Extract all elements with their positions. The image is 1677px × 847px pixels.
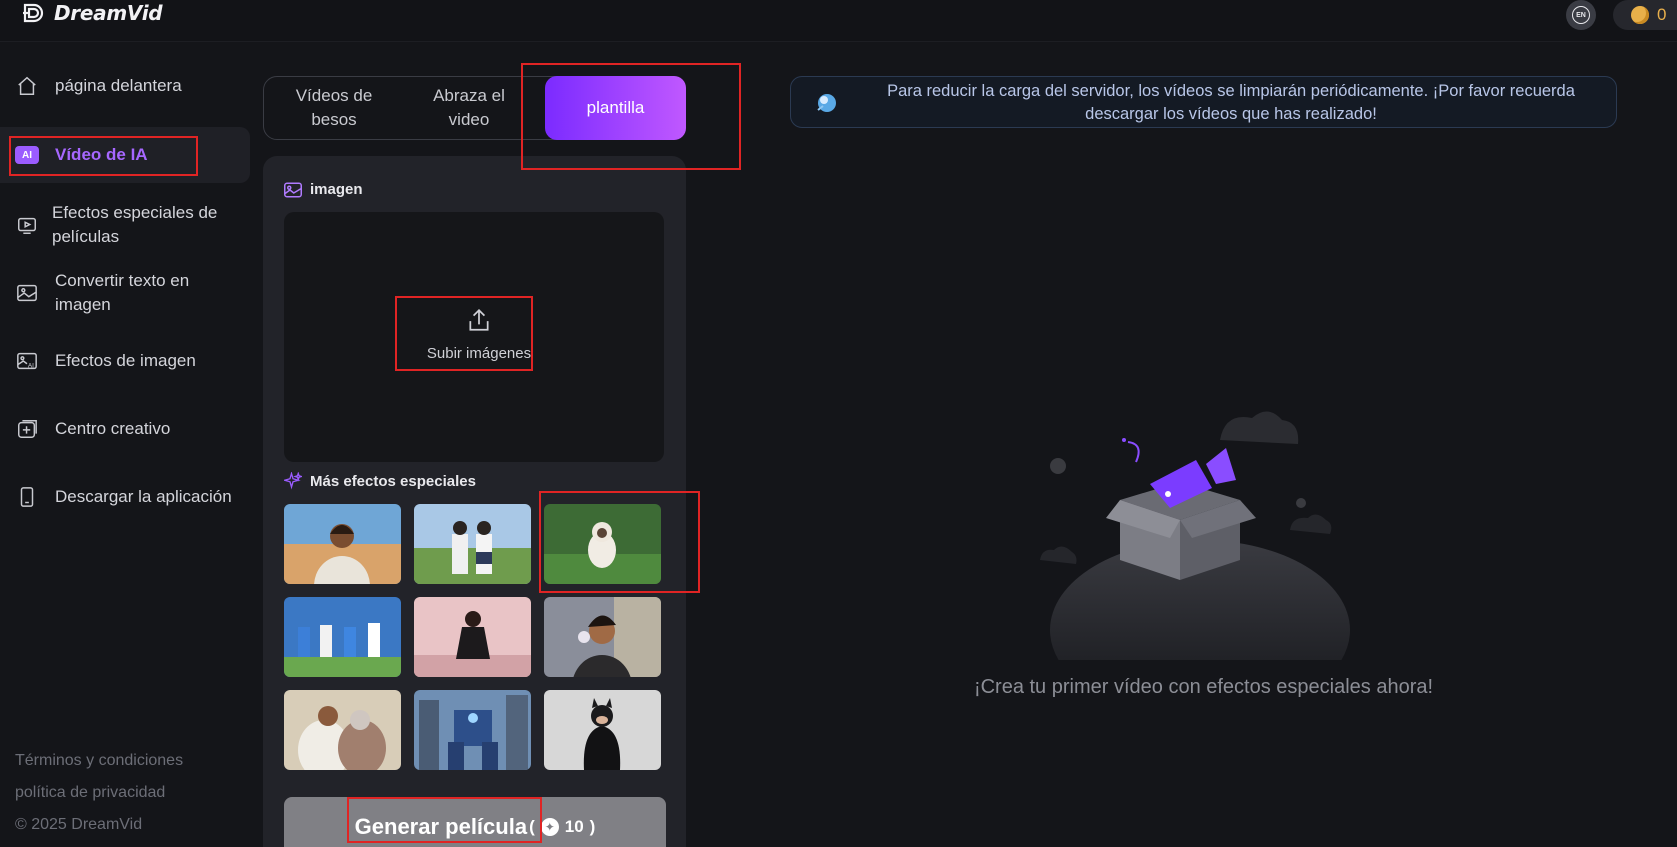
language-icon: EN bbox=[1572, 6, 1590, 24]
cost-value: 10 bbox=[564, 817, 584, 836]
sidebar-item-creative-center[interactable]: Centro creativo bbox=[0, 413, 250, 445]
app-name: DreamVid bbox=[54, 1, 163, 25]
sidebar-item-label: Convertir texto en imagen bbox=[55, 271, 190, 314]
effect-thumbnail-catwoman[interactable] bbox=[544, 690, 661, 770]
sparkle-icon bbox=[284, 472, 302, 490]
template-panel: imagen Subir imágenes Más efectos especi… bbox=[263, 156, 686, 847]
coin-count: 0 bbox=[1657, 5, 1667, 24]
effects-section-title: Más efectos especiales bbox=[284, 472, 476, 490]
sidebar-item-image-effects[interactable]: AI Efectos de imagen bbox=[0, 345, 250, 377]
image-upload-area[interactable]: Subir imágenes bbox=[284, 212, 664, 462]
upload-button[interactable]: Subir imágenes bbox=[414, 307, 544, 362]
language-button[interactable]: EN bbox=[1566, 0, 1596, 30]
upload-icon bbox=[469, 309, 489, 331]
generate-label: Generar película bbox=[354, 814, 528, 839]
creative-center-icon bbox=[15, 417, 39, 441]
home-icon bbox=[15, 74, 39, 98]
credit-icon: ✦ bbox=[540, 818, 559, 836]
effect-thumbnail-dancing-cat[interactable] bbox=[544, 504, 661, 584]
tab-label: Vídeos de besos bbox=[295, 86, 373, 129]
generate-movie-button[interactable]: Generar película ( ✦ 10 ) bbox=[284, 797, 666, 847]
movie-effects-icon bbox=[15, 213, 39, 237]
effect-thumbnail-pink-room[interactable] bbox=[414, 597, 531, 677]
sidebar-footer: Términos y condiciones política de priva… bbox=[15, 745, 183, 841]
svg-text:AI: AI bbox=[28, 362, 34, 369]
notice-text: Para reducir la carga del servidor, los … bbox=[887, 82, 1575, 123]
effect-thumbnail-embrace[interactable] bbox=[284, 690, 401, 770]
image-section-label: imagen bbox=[310, 181, 363, 198]
sidebar-item-label: Efectos de imagen bbox=[55, 351, 196, 370]
sidebar-item-label: Vídeo de IA bbox=[55, 145, 148, 164]
empty-state-text: ¡Crea tu primer vídeo con efectos especi… bbox=[973, 676, 1434, 698]
sidebar-item-label: Descargar la aplicación bbox=[55, 487, 232, 506]
tab-kiss-videos[interactable]: Vídeos de besos bbox=[274, 77, 394, 139]
effect-thumbnail-desert-man[interactable] bbox=[284, 504, 401, 584]
app-logo[interactable]: DreamVid bbox=[20, 1, 163, 25]
server-notice-banner: Para reducir la carga del servidor, los … bbox=[790, 76, 1617, 128]
tab-hug-video[interactable]: Abraza el video bbox=[414, 77, 524, 139]
empty-state-illustration bbox=[1040, 411, 1350, 660]
ai-video-icon: AI bbox=[15, 143, 39, 167]
top-bar: DreamVid EN 0 bbox=[0, 0, 1677, 42]
effect-thumbnail-students-field[interactable] bbox=[414, 504, 531, 584]
sidebar-item-movie-effects[interactable]: Efectos especiales de películas bbox=[0, 198, 250, 252]
image-icon bbox=[284, 182, 302, 197]
tab-template[interactable]: plantilla bbox=[545, 76, 686, 140]
sidebar-item-text-to-image[interactable]: Convertir texto en imagen bbox=[0, 266, 250, 320]
copyright: © 2025 DreamVid bbox=[15, 816, 143, 833]
image-section-title: imagen bbox=[284, 181, 363, 198]
generate-cost: ( ✦ 10 ) bbox=[529, 817, 596, 836]
rocket-icon bbox=[817, 94, 836, 112]
tab-label: Abraza el video bbox=[433, 86, 505, 129]
sidebar-item-label: Centro creativo bbox=[55, 419, 171, 438]
terms-link[interactable]: Términos y condiciones bbox=[15, 745, 183, 777]
effect-thumbnail-bubble-man[interactable] bbox=[544, 597, 661, 677]
sidebar-item-label: Efectos especiales de películas bbox=[52, 203, 218, 246]
effect-thumbnail-robot[interactable] bbox=[414, 690, 531, 770]
mode-tabs: Vídeos de besos Abraza el video plantill… bbox=[263, 76, 686, 140]
image-effects-icon: AI bbox=[15, 349, 39, 373]
coin-icon bbox=[1631, 6, 1649, 24]
sidebar-item-home[interactable]: página delantera bbox=[0, 70, 250, 102]
sidebar-item-download-app[interactable]: Descargar la aplicación bbox=[0, 481, 250, 513]
tab-label: plantilla bbox=[586, 98, 645, 117]
sidebar: página delantera AI Vídeo de IA Efectos … bbox=[0, 43, 250, 847]
sidebar-item-label: página delantera bbox=[55, 76, 182, 95]
effect-thumbnail-group-jump[interactable] bbox=[284, 597, 401, 677]
coin-balance[interactable]: 0 bbox=[1613, 0, 1677, 30]
text-to-image-icon bbox=[15, 281, 39, 305]
dreamvid-logo-icon bbox=[23, 3, 44, 23]
phone-icon bbox=[15, 485, 39, 509]
upload-label: Subir imágenes bbox=[426, 345, 532, 362]
privacy-link[interactable]: política de privacidad bbox=[15, 777, 183, 809]
sidebar-item-ai-video[interactable]: AI Vídeo de IA bbox=[0, 127, 250, 183]
effects-section-label: Más efectos especiales bbox=[310, 472, 476, 490]
